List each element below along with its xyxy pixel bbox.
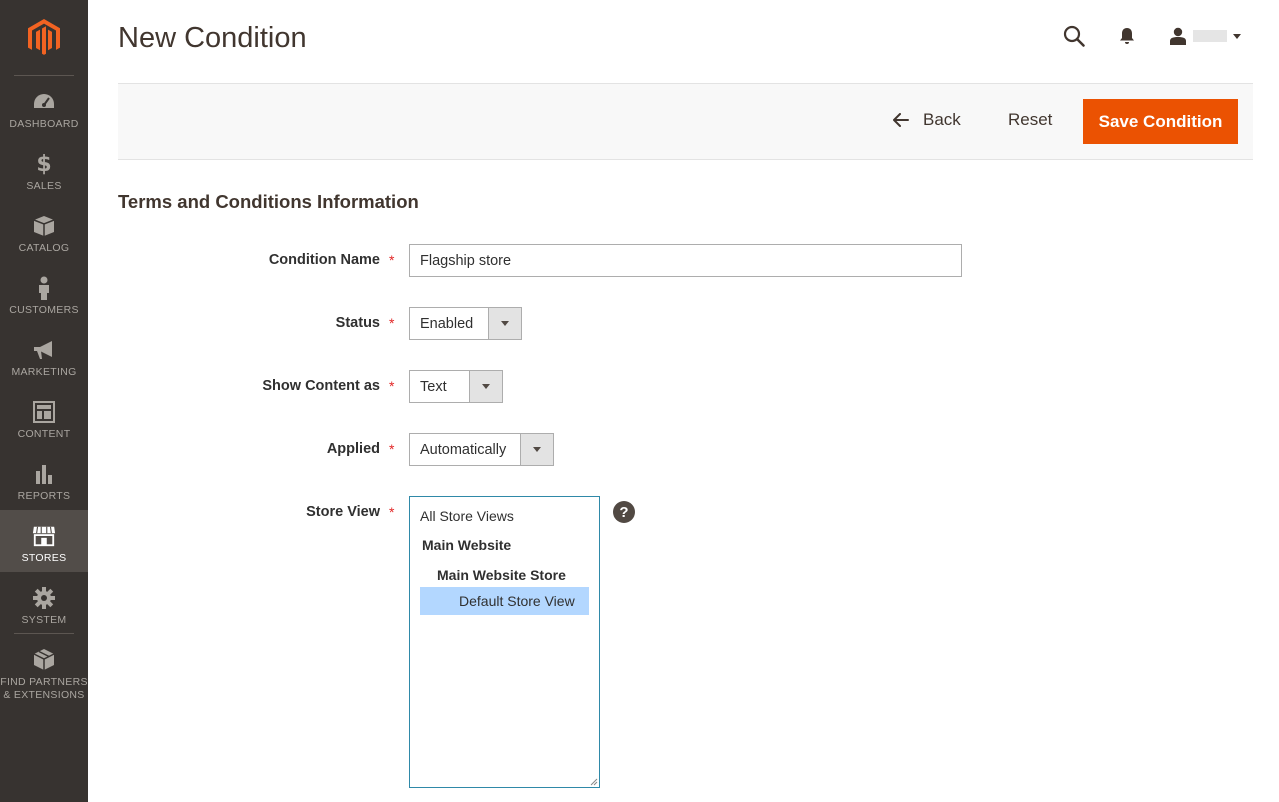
back-button-label: Back bbox=[923, 110, 961, 129]
sidebar-item-marketing[interactable]: MARKETING bbox=[0, 324, 88, 386]
store-view-option-all[interactable]: All Store Views bbox=[420, 503, 589, 528]
store-view-multiselect[interactable]: All Store Views Main Website Main Websit… bbox=[409, 496, 600, 788]
sidebar-item-label: DASHBOARD bbox=[9, 118, 79, 130]
dollar-icon: $ bbox=[36, 151, 52, 177]
bell-icon[interactable] bbox=[1113, 22, 1141, 50]
sidebar-item-label: REPORTS bbox=[17, 490, 71, 502]
sidebar-item-catalog[interactable]: CATALOG bbox=[0, 200, 88, 262]
condition-name-input[interactable]: Flagship store bbox=[409, 244, 962, 277]
arrow-left-icon bbox=[893, 113, 909, 127]
sidebar-item-label: CUSTOMERS bbox=[9, 304, 79, 316]
search-icon[interactable] bbox=[1060, 22, 1088, 50]
sidebar-item-reports[interactable]: REPORTS bbox=[0, 448, 88, 510]
save-condition-button[interactable]: Save Condition bbox=[1083, 99, 1238, 144]
cube-icon bbox=[32, 648, 56, 672]
condition-name-label: Condition Name bbox=[268, 252, 380, 268]
status-label: Status bbox=[335, 315, 380, 331]
sidebar-item-label: SYSTEM bbox=[21, 614, 67, 626]
reset-button[interactable]: Reset bbox=[1008, 110, 1052, 130]
status-select[interactable]: Enabled bbox=[409, 307, 522, 340]
sidebar-item-label: MARKETING bbox=[11, 366, 77, 378]
status-select-value: Enabled bbox=[420, 315, 474, 332]
person-icon bbox=[32, 276, 56, 300]
sidebar-item-system[interactable]: SYSTEM bbox=[0, 572, 88, 634]
store-view-label: Store View bbox=[306, 504, 380, 520]
user-menu[interactable] bbox=[1169, 27, 1241, 45]
gear-icon bbox=[32, 586, 56, 610]
sidebar-item-stores[interactable]: STORES bbox=[0, 510, 88, 572]
header-actions bbox=[1060, 22, 1241, 50]
required-marker: * bbox=[389, 504, 395, 520]
storefront-icon bbox=[32, 524, 56, 548]
chevron-down-icon bbox=[488, 308, 521, 339]
store-view-option-default[interactable]: Default Store View bbox=[420, 587, 589, 615]
help-icon[interactable]: ? bbox=[613, 501, 635, 523]
required-marker: * bbox=[389, 315, 395, 331]
show-content-as-select-value: Text bbox=[420, 378, 447, 395]
required-marker: * bbox=[389, 252, 395, 268]
sidebar-item-label: CONTENT bbox=[17, 428, 71, 440]
back-button[interactable]: Back bbox=[893, 110, 961, 130]
resize-handle-icon[interactable] bbox=[590, 778, 598, 786]
sidebar-item-label: CATALOG bbox=[18, 242, 70, 254]
sidebar-item-content[interactable]: CONTENT bbox=[0, 386, 88, 448]
show-content-as-select[interactable]: Text bbox=[409, 370, 503, 403]
chevron-down-icon bbox=[1233, 33, 1241, 39]
box-icon bbox=[32, 214, 56, 238]
show-content-as-label: Show Content as bbox=[262, 378, 380, 394]
layout-icon bbox=[32, 400, 56, 424]
applied-select[interactable]: Automatically bbox=[409, 433, 554, 466]
chevron-down-icon bbox=[520, 434, 553, 465]
sidebar-item-dashboard[interactable]: DASHBOARD bbox=[0, 76, 88, 138]
required-marker: * bbox=[389, 441, 395, 457]
store-view-group-store: Main Website Store bbox=[437, 566, 566, 583]
store-view-group-website: Main Website bbox=[422, 536, 512, 553]
section-title: Terms and Conditions Information bbox=[118, 191, 419, 212]
page-actions-bar: Back Reset Save Condition bbox=[118, 83, 1253, 160]
bar-chart-icon bbox=[32, 462, 56, 486]
sidebar-item-label: STORES bbox=[21, 552, 67, 564]
chevron-down-icon bbox=[469, 371, 502, 402]
sidebar-item-label: SALES bbox=[26, 180, 62, 192]
page-title: New Condition bbox=[118, 22, 307, 54]
sidebar-item-label: FIND PARTNERS & EXTENSIONS bbox=[0, 676, 88, 701]
user-name bbox=[1193, 30, 1227, 42]
admin-sidebar: DASHBOARD $ SALES CATALOG CUSTOMERS MARK… bbox=[0, 0, 88, 802]
megaphone-icon bbox=[32, 338, 56, 362]
dashboard-icon bbox=[32, 90, 56, 114]
sidebar-item-find-partners[interactable]: FIND PARTNERS & EXTENSIONS bbox=[0, 634, 88, 704]
user-icon bbox=[1169, 27, 1187, 45]
applied-select-value: Automatically bbox=[420, 441, 507, 458]
sidebar-item-customers[interactable]: CUSTOMERS bbox=[0, 262, 88, 324]
magento-logo[interactable] bbox=[0, 0, 88, 76]
applied-label: Applied bbox=[326, 441, 380, 457]
required-marker: * bbox=[389, 378, 395, 394]
sidebar-item-sales[interactable]: $ SALES bbox=[0, 138, 88, 200]
